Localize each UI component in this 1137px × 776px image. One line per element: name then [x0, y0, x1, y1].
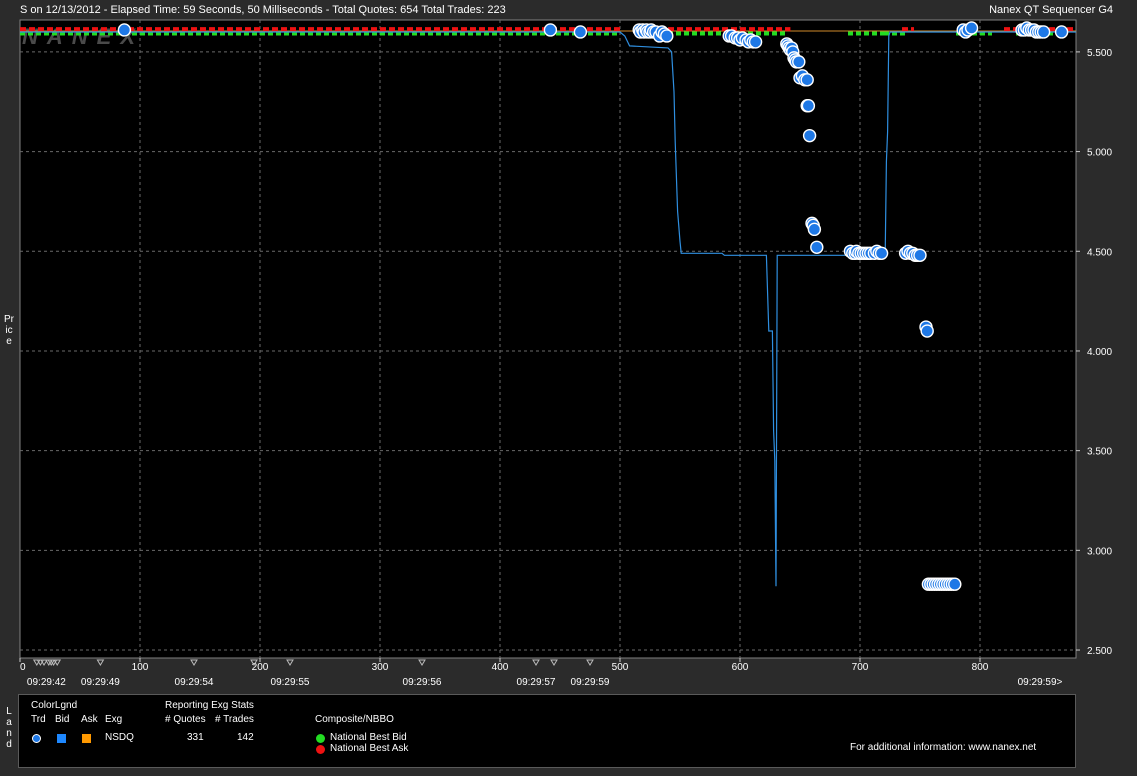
time-marker — [286, 659, 294, 666]
legend-axis-label: Land — [6, 706, 12, 750]
legend-panel: ColorLgnd Trd Bid Ask Exg NSDQ Reporting… — [18, 694, 1076, 768]
time-marker — [96, 659, 105, 666]
legend-exchange-name: NSDQ — [105, 732, 134, 743]
x-tick-label: 200 — [252, 662, 269, 673]
nbbo-ask-swatch — [316, 745, 325, 754]
legend-col-exg: Exg — [105, 714, 123, 725]
bid-color-swatch — [57, 734, 66, 743]
trade-point — [807, 222, 822, 237]
trade-point — [964, 21, 979, 35]
x-tick-label: 600 — [732, 662, 749, 673]
legend-title: ColorLgnd — [31, 700, 78, 711]
y-tick-label: 3.500 — [1087, 447, 1112, 458]
trade-point — [800, 73, 814, 87]
trade-point — [792, 55, 806, 69]
trade-point — [748, 35, 763, 49]
trade-point — [543, 23, 558, 37]
legend-col-trd: Trd — [31, 714, 46, 725]
time-marker — [550, 659, 558, 666]
time-marker — [586, 659, 594, 666]
legend-col-ask: Ask — [81, 714, 98, 725]
time-label: 09:29:59 — [571, 677, 610, 688]
trade-point — [801, 99, 816, 113]
trade-point — [810, 240, 824, 254]
time-label: 09:29:57 — [517, 677, 556, 688]
time-label: 09:29:54 — [175, 677, 214, 688]
time-marker — [532, 659, 540, 666]
x-tick-label: 0 — [20, 662, 26, 673]
y-tick-label: 4.500 — [1087, 247, 1112, 258]
stats-trades-value: 142 — [237, 732, 254, 743]
composite-title: Composite/NBBO — [315, 714, 394, 725]
price-chart[interactable]: NANEX2.5003.0003.5004.0004.5005.0005.500… — [0, 0, 1137, 692]
trade-marker-swatch — [32, 734, 41, 743]
y-tick-label: 5.000 — [1087, 148, 1112, 159]
y-tick-label: 3.000 — [1087, 546, 1112, 557]
x-tick-label: 100 — [132, 662, 149, 673]
nbbo-ask-label: National Best Ask — [330, 743, 409, 754]
stats-col-quotes: # Quotes — [165, 714, 206, 725]
y-tick-label: 5.500 — [1087, 48, 1112, 59]
price-axis-label: Price — [4, 314, 14, 347]
x-tick-label: 400 — [492, 662, 509, 673]
nbbo-bid-swatch — [316, 734, 325, 743]
trade-point — [802, 128, 817, 143]
nbbo-bid-label: National Best Bid — [330, 732, 407, 743]
stats-col-trades: # Trades — [215, 714, 254, 725]
time-marker — [418, 659, 426, 666]
trade-point — [660, 29, 674, 43]
time-label: 09:29:56 — [403, 677, 442, 688]
trade-point — [573, 25, 588, 39]
time-label: 09:29:49 — [81, 677, 120, 688]
info-text: For additional information: www.nanex.ne… — [850, 742, 1037, 753]
time-label: 09:29:55 — [271, 677, 310, 688]
time-marker — [190, 659, 198, 666]
trade-point — [1036, 25, 1051, 39]
time-label: 09:29:42 — [27, 677, 66, 688]
trade-point — [117, 23, 132, 37]
trade-point — [913, 248, 927, 262]
legend-col-bid: Bid — [55, 714, 70, 725]
x-tick-label: 500 — [612, 662, 629, 673]
trade-point — [948, 577, 962, 591]
trade-point — [920, 324, 934, 338]
plot-area — [19, 19, 1077, 659]
stats-quotes-value: 331 — [187, 732, 204, 743]
x-tick-label: 800 — [972, 662, 989, 673]
x-tick-label: 300 — [372, 662, 389, 673]
ask-color-swatch — [82, 734, 91, 743]
trade-point — [874, 246, 889, 260]
stats-title: Reporting Exg Stats — [165, 700, 254, 711]
x-tick-label: 700 — [852, 662, 869, 673]
trade-point — [1054, 25, 1069, 39]
time-label: 09:29:59> — [1018, 677, 1063, 688]
y-tick-label: 2.500 — [1087, 646, 1112, 657]
y-tick-label: 4.000 — [1087, 347, 1112, 358]
